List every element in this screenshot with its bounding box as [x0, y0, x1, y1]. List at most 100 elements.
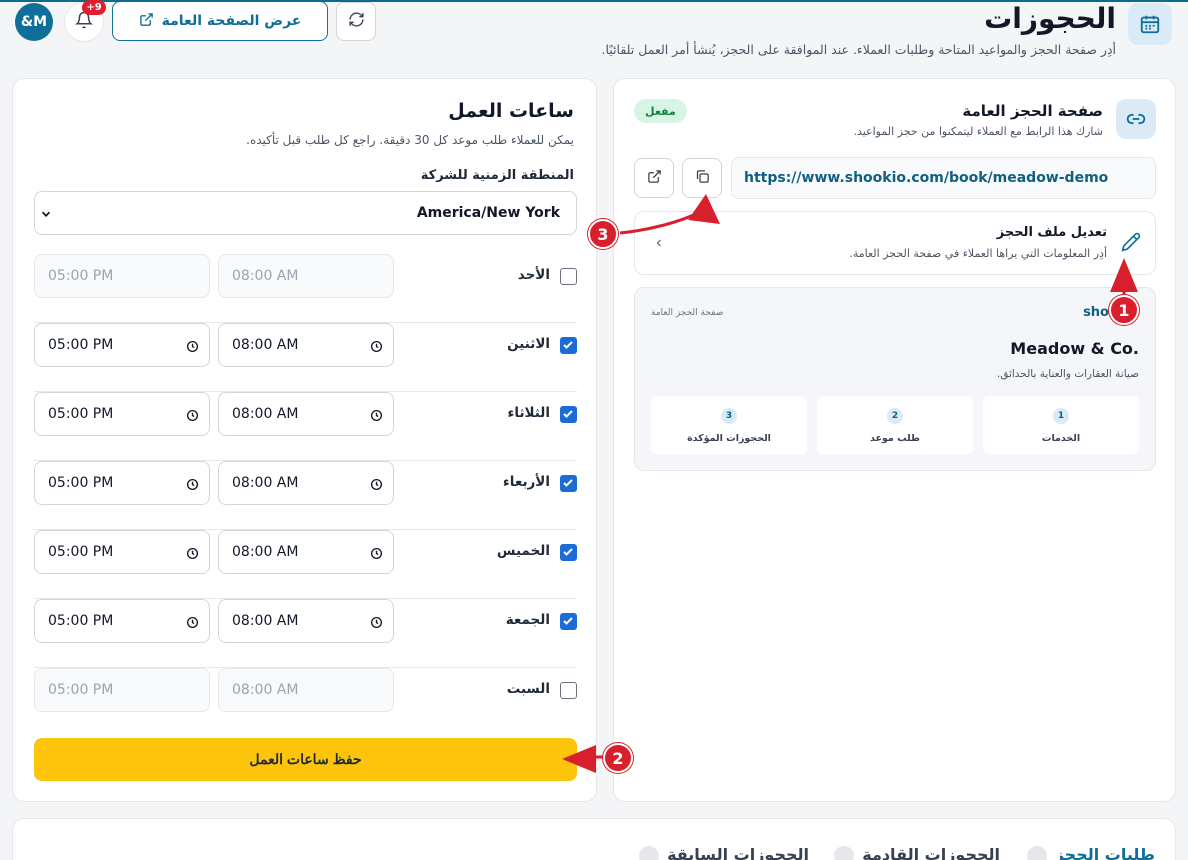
day-enabled-checkbox[interactable]	[560, 682, 577, 699]
save-working-hours-button[interactable]: حفظ ساعات العمل	[34, 738, 577, 781]
clock-icon	[186, 407, 199, 426]
pencil-icon	[1121, 232, 1141, 256]
working-hours-subtitle: يمكن للعملاء طلب موعد كل 30 دقيقة. راجع …	[246, 133, 574, 147]
booking-url-field[interactable]: https://www.shookio.com/book/meadow-demo	[731, 157, 1156, 199]
close-time-input[interactable]: 05:00 PM	[34, 392, 210, 436]
close-time-value: 05:00 PM	[48, 406, 114, 422]
working-hours-card: ساعات العمل يمكن للعملاء طلب موعد كل 30 …	[12, 78, 597, 802]
preview-step-services: 1 الخدمات	[983, 396, 1139, 454]
tab-upcoming-bookings[interactable]: الحجوزات القادمة	[834, 845, 1000, 860]
day-row: الاثنين 08:00 AM 05:00 PM	[34, 323, 577, 392]
step-label: الخدمات	[1041, 433, 1081, 444]
open-time-input[interactable]: 08:00 AM	[218, 599, 394, 643]
open-time-value: 08:00 AM	[232, 475, 299, 491]
booking-page-preview: sho صفحة الحجز العامة Meadow & Co. صيانة…	[634, 287, 1156, 471]
day-enabled-checkbox[interactable]	[560, 337, 577, 354]
edit-booking-profile-title: تعديل ملف الحجز	[996, 225, 1107, 240]
close-time-input[interactable]: 05:00 PM	[34, 461, 210, 505]
edit-booking-profile-subtitle: أدِر المعلومات التي يراها العملاء في صفح…	[849, 247, 1107, 260]
open-time-input[interactable]: 08:00 AM	[218, 461, 394, 505]
day-enabled-checkbox[interactable]	[560, 544, 577, 561]
clock-icon	[186, 338, 199, 357]
open-time-input[interactable]: 08:00 AM	[218, 392, 394, 436]
open-time-value: 08:00 AM	[232, 544, 299, 560]
timezone-select[interactable]: America/New York	[34, 191, 577, 235]
preview-brand: sho	[1083, 305, 1109, 320]
view-public-page-button[interactable]: عرض الصفحة العامة	[112, 1, 328, 41]
external-link-icon	[647, 169, 662, 188]
copy-link-button[interactable]	[682, 158, 722, 198]
close-time-input[interactable]: 05:00 PM	[34, 530, 210, 574]
day-enabled-checkbox[interactable]	[560, 268, 577, 285]
working-hours-title: ساعات العمل	[448, 100, 574, 122]
preview-company-name: Meadow & Co.	[1010, 339, 1139, 358]
close-time-input[interactable]: 05:00 PM	[34, 323, 210, 367]
public-booking-title: صفحة الحجز العامة	[962, 102, 1103, 120]
close-time-input[interactable]: 05:00 PM	[34, 599, 210, 643]
open-time-value: 08:00 AM	[232, 406, 299, 422]
public-booking-card: صفحة الحجز العامة شارك هذا الرابط مع الع…	[613, 78, 1176, 802]
copy-icon	[695, 169, 710, 188]
annotation-marker-3: 3	[588, 219, 618, 249]
clock-icon	[370, 614, 383, 633]
preview-step-confirmed: 3 الحجوزات المؤكدة	[651, 396, 807, 454]
close-time-value: 05:00 PM	[48, 268, 114, 284]
open-time-value: 08:00 AM	[232, 682, 299, 698]
public-booking-subtitle: شارك هذا الرابط مع العملاء ليتمكنوا من ح…	[853, 125, 1103, 138]
day-name: الأربعاء	[502, 474, 550, 490]
open-time-input[interactable]: 08:00 AM	[218, 530, 394, 574]
page-subtitle: أدِر صفحة الحجز والمواعيد المتاحة وطلبات…	[601, 42, 1117, 57]
close-time-input[interactable]: 05:00 PM	[34, 254, 210, 298]
tab-past-bookings[interactable]: الحجوزات السابقة	[639, 845, 809, 860]
clock-icon	[370, 338, 383, 357]
open-time-input[interactable]: 08:00 AM	[218, 668, 394, 712]
open-link-button[interactable]	[634, 158, 674, 198]
day-name: الأحد	[517, 267, 550, 283]
close-time-value: 05:00 PM	[48, 475, 114, 491]
step-number: 3	[721, 408, 737, 424]
page-title: الحجوزات	[984, 2, 1116, 35]
day-name: الخميس	[496, 543, 550, 559]
open-time-input[interactable]: 08:00 AM	[218, 323, 394, 367]
close-time-value: 05:00 PM	[48, 544, 114, 560]
day-name: الثلاثاء	[507, 405, 551, 421]
close-time-value: 05:00 PM	[48, 337, 114, 353]
clock-icon	[186, 476, 199, 495]
clock-icon	[370, 545, 383, 564]
annotation-marker-2: 2	[603, 743, 633, 773]
avatar[interactable]: &M	[15, 3, 53, 41]
day-row: الأربعاء 08:00 AM 05:00 PM	[34, 461, 577, 530]
link-icon	[1116, 99, 1156, 139]
preview-step-request: 2 طلب موعد	[817, 396, 973, 454]
tab-count-badge	[1026, 845, 1047, 860]
timezone-label: المنطقة الزمنية للشركة	[420, 168, 574, 183]
tab-label: الحجوزات القادمة	[862, 845, 1000, 860]
close-time-input[interactable]: 05:00 PM	[34, 668, 210, 712]
clock-icon	[370, 407, 383, 426]
open-time-input[interactable]: 08:00 AM	[218, 254, 394, 298]
preview-label: صفحة الحجز العامة	[651, 308, 724, 318]
external-link-icon	[139, 12, 154, 31]
tab-label: الحجوزات السابقة	[667, 845, 809, 860]
tab-count-badge	[834, 845, 855, 860]
refresh-icon	[348, 11, 365, 32]
step-label: طلب موعد	[869, 433, 920, 444]
tab-booking-requests[interactable]: طلبات الحجز	[1026, 845, 1155, 860]
open-time-value: 08:00 AM	[232, 337, 299, 353]
day-row: الخميس 08:00 AM 05:00 PM	[34, 530, 577, 599]
day-enabled-checkbox[interactable]	[560, 475, 577, 492]
timezone-value: America/New York	[416, 205, 560, 221]
refresh-button[interactable]	[336, 2, 376, 41]
day-row: الأحد 08:00 AM 05:00 PM	[34, 254, 577, 323]
close-time-value: 05:00 PM	[48, 682, 114, 698]
bookings-tabs-card: طلبات الحجز الحجوزات القادمة الحجوزات ال…	[12, 818, 1176, 860]
clock-icon	[370, 476, 383, 495]
close-time-value: 05:00 PM	[48, 613, 114, 629]
clock-icon	[186, 545, 199, 564]
preview-company-description: صيانة العقارات والعناية بالحدائق.	[996, 368, 1139, 380]
day-enabled-checkbox[interactable]	[560, 613, 577, 630]
day-name: الجمعة	[505, 612, 550, 628]
edit-booking-profile-row[interactable]: تعديل ملف الحجز أدِر المعلومات التي يراه…	[634, 211, 1156, 275]
clock-icon	[186, 614, 199, 633]
day-enabled-checkbox[interactable]	[560, 406, 577, 423]
